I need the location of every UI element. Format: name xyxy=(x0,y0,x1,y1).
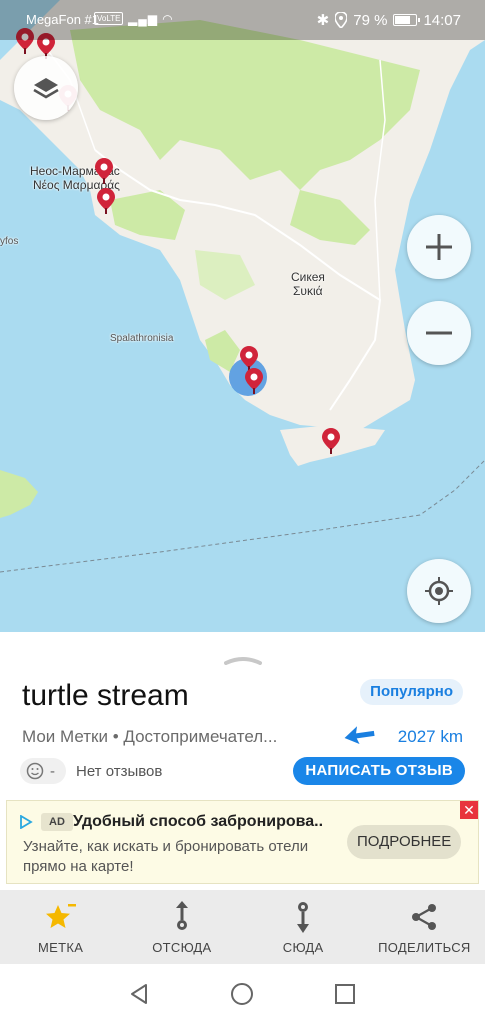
ad-choices-icon[interactable] xyxy=(19,815,33,829)
battery-percent: 79 % xyxy=(353,11,388,29)
map-view[interactable]: Неос-Мармарас Νέος Μαρμαράς Сикея Συκιά … xyxy=(0,0,485,632)
place-sheet: turtle stream Популярно Мои Метки • Дост… xyxy=(0,632,485,890)
direction-arrow-icon xyxy=(344,726,375,744)
route-from-icon xyxy=(175,901,188,930)
close-icon[interactable]: ✕ xyxy=(460,801,478,819)
volte-badge: VoLTE xyxy=(94,12,124,25)
home-icon[interactable] xyxy=(230,982,254,1006)
route-to-button[interactable]: СЮДА xyxy=(243,890,364,964)
layers-button[interactable] xyxy=(14,56,78,120)
island-left xyxy=(0,470,38,518)
system-navigation-bar xyxy=(0,964,485,1023)
nav-label: ПОДЕЛИТЬСЯ xyxy=(378,940,471,955)
zoom-in-button[interactable] xyxy=(407,215,471,279)
reviews-count: Нет отзывов xyxy=(76,763,163,780)
share-icon xyxy=(412,904,437,930)
nav-label: СЮДА xyxy=(282,940,324,955)
map-label-sikeya-greek: Συκιά xyxy=(293,284,323,298)
map-pin-icon[interactable] xyxy=(95,158,113,184)
route-from-button[interactable]: ОТСЮДА xyxy=(121,890,242,964)
rating-value: - xyxy=(50,762,55,780)
popular-badge: Популярно xyxy=(360,679,463,705)
nav-label: ОТСЮДА xyxy=(152,940,212,955)
bluetooth-icon: ✱ xyxy=(316,12,330,29)
clock: 14:07 xyxy=(423,11,461,29)
ad-more-button[interactable]: ПОДРОБНЕЕ xyxy=(347,825,462,859)
battery-icon xyxy=(393,14,421,26)
battery-fill xyxy=(395,16,411,24)
distance-label: 2027 km xyxy=(397,727,463,746)
carrier-name: MegaFon #1 xyxy=(26,12,99,27)
plus-icon xyxy=(426,234,452,260)
share-button[interactable]: ПОДЕЛИТЬСЯ xyxy=(364,890,485,964)
location-icon xyxy=(335,12,348,28)
place-title: turtle stream xyxy=(22,679,189,712)
smiley-icon xyxy=(26,762,44,780)
ad-badge: AD xyxy=(41,813,73,831)
map-pin-icon[interactable] xyxy=(322,428,340,454)
screen: Неос-Мармарас Νέος Μαρμαράς Сикея Συκιά … xyxy=(0,0,485,1023)
ad-title: Удобный способ забронирова... xyxy=(73,813,323,830)
map-pin-icon[interactable] xyxy=(97,188,115,214)
map-label-spalathronisia: Spalathronisia xyxy=(110,333,174,344)
chevron-up-icon[interactable] xyxy=(224,655,262,665)
recent-apps-icon[interactable] xyxy=(333,982,357,1006)
map-label-sikeya-cyr: Сикея xyxy=(291,270,325,284)
crosshair-icon xyxy=(425,577,453,605)
ad-banner[interactable]: AD Удобный способ забронирова... Узнайте… xyxy=(6,800,479,884)
ad-text: Узнайте, как искать и бронировать отели … xyxy=(23,838,309,875)
status-right: ✱ 79 % 14:07 xyxy=(316,11,461,30)
minus-icon xyxy=(426,331,452,335)
zoom-out-button[interactable] xyxy=(407,301,471,365)
sea-boundary xyxy=(0,459,485,573)
back-icon[interactable] xyxy=(127,982,151,1006)
route-to-icon xyxy=(297,902,310,933)
bookmark-button[interactable]: МЕТКА xyxy=(0,890,121,964)
selected-map-pin-icon[interactable] xyxy=(245,368,263,394)
bottom-action-bar: МЕТКА ОТСЮДА СЮДА ПОДЕЛИТЬСЯ xyxy=(0,890,485,964)
status-bar: MegaFon #1 VoLTE ▂▄▆ ◠ ✱ 79 % 14:07 xyxy=(0,0,485,40)
place-subtitle: Мои Метки • Достопримечател... xyxy=(22,727,278,746)
layers-icon xyxy=(33,78,59,99)
rating-chip[interactable]: - xyxy=(20,758,66,784)
my-location-button[interactable] xyxy=(407,559,471,623)
star-icon xyxy=(45,904,76,928)
nav-label: МЕТКА xyxy=(38,940,84,955)
signal-icon: ▂▄▆ ◠ xyxy=(128,12,174,26)
map-label-kyfos: yfos xyxy=(0,236,19,247)
write-review-button[interactable]: НАПИСАТЬ ОТЗЫВ xyxy=(293,757,465,785)
